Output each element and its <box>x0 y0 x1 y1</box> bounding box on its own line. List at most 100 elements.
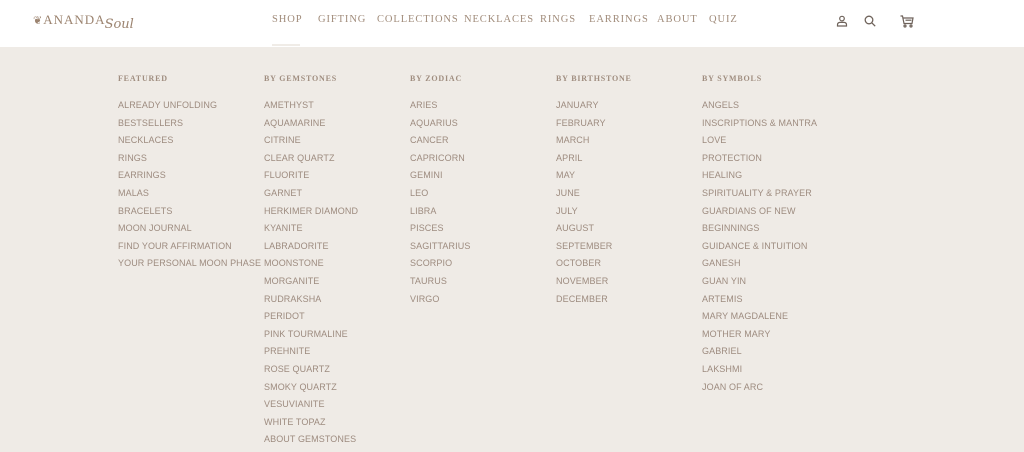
column-heading: BY BIRTHSTONE <box>556 74 632 83</box>
menu-link[interactable]: ARTEMIS <box>702 293 817 311</box>
logo-script: Soul <box>104 17 134 32</box>
menu-link[interactable]: FLUORITE <box>264 169 358 187</box>
menu-link[interactable]: GUARDIANS OF NEW <box>702 205 817 223</box>
menu-link[interactable]: LABRADORITE <box>264 240 358 258</box>
menu-link[interactable]: APRIL <box>556 152 632 170</box>
menu-link[interactable]: JOAN OF ARC <box>702 381 817 399</box>
column-heading: BY ZODIAC <box>410 74 463 83</box>
logo-ornament: ❦ <box>33 14 43 27</box>
menu-link[interactable]: LAKSHMI <box>702 363 817 381</box>
menu-link[interactable]: JUNE <box>556 187 632 205</box>
menu-link[interactable]: SCORPIO <box>410 257 470 275</box>
menu-link[interactable]: AQUAMARINE <box>264 117 358 135</box>
menu-link[interactable]: MORGANITE <box>264 275 358 293</box>
menu-link[interactable]: DECEMBER <box>556 293 632 311</box>
menu-link[interactable]: GABRIEL <box>702 345 817 363</box>
menu-link[interactable]: SEPTEMBER <box>556 240 632 258</box>
menu-link[interactable]: MARCH <box>556 134 632 152</box>
nav-earrings[interactable]: EARRINGS <box>589 14 657 25</box>
menu-link[interactable]: ALREADY UNFOLDING <box>118 99 261 117</box>
menu-link[interactable]: MOTHER MARY <box>702 328 817 346</box>
menu-link[interactable]: AQUARIUS <box>410 117 470 135</box>
menu-link[interactable]: AUGUST <box>556 222 632 240</box>
menu-link[interactable]: SAGITTARIUS <box>410 240 470 258</box>
column-list: ANGELS INSCRIPTIONS & MANTRA LOVE PROTECTIO… <box>702 99 817 398</box>
menu-link[interactable]: PREHNITE <box>264 345 358 363</box>
menu-link[interactable]: GEMINI <box>410 169 470 187</box>
menu-link[interactable]: MARY MAGDALENE <box>702 310 817 328</box>
menu-link[interactable]: MALAS <box>118 187 261 205</box>
menu-link[interactable]: VIRGO <box>410 293 470 311</box>
column-heading: FEATURED <box>118 74 168 83</box>
column-list: JANUARY FEBRUARY MARCH APRIL MAY JUNE JULY AUGU… <box>556 99 632 310</box>
menu-link[interactable]: OCTOBER <box>556 257 632 275</box>
menu-link[interactable]: NECKLACES <box>118 134 261 152</box>
nav-collections[interactable]: COLLECTIONS <box>377 14 464 25</box>
menu-column-featured: FEATURED ALREADY UNFOLDING BESTSELLERS NEC… <box>118 73 261 275</box>
logo-wordmark: ANANDA <box>43 12 106 27</box>
menu-link[interactable]: GARNET <box>264 187 358 205</box>
menu-link[interactable]: LOVE <box>702 134 817 152</box>
column-list: ALREADY UNFOLDING BESTSELLERS NECKLACES RIN… <box>118 99 261 275</box>
nav-necklaces[interactable]: NECKLACES <box>464 14 540 25</box>
nav-gifting[interactable]: GIFTING <box>318 14 377 25</box>
menu-link[interactable]: SMOKY QUARTZ <box>264 381 358 399</box>
nav-shop[interactable]: SHOP <box>272 14 318 25</box>
menu-link[interactable]: WHITE TOPAZ <box>264 416 358 434</box>
menu-link[interactable]: PINK TOURMALINE <box>264 328 358 346</box>
cart-icon[interactable] <box>899 13 915 29</box>
menu-link[interactable]: SPIRITUALITY & PRAYER <box>702 187 817 205</box>
menu-link[interactable]: NOVEMBER <box>556 275 632 293</box>
account-icon[interactable] <box>835 14 849 28</box>
menu-link[interactable]: HEALING <box>702 169 817 187</box>
menu-link[interactable]: KYANITE <box>264 222 358 240</box>
main-nav: SHOP GIFTING COLLECTIONS NECKLACES RINGS… <box>272 14 749 25</box>
menu-link[interactable]: LEO <box>410 187 470 205</box>
nav-rings[interactable]: RINGS <box>540 14 589 25</box>
search-icon[interactable] <box>863 14 877 28</box>
column-heading: BY GEMSTONES <box>264 74 337 83</box>
menu-link[interactable]: MOONSTONE <box>264 257 358 275</box>
menu-link[interactable]: ABOUT GEMSTONES <box>264 433 358 451</box>
menu-link[interactable]: BEGINNINGS <box>702 222 817 240</box>
menu-link[interactable]: ROSE QUARTZ <box>264 363 358 381</box>
site-header: ❦ ANANDA Soul SHOP GIFTING COLLECTIONS N… <box>0 0 1024 47</box>
column-heading: BY SYMBOLS <box>702 74 762 83</box>
menu-link[interactable]: LIBRA <box>410 205 470 223</box>
menu-link[interactable]: ARIES <box>410 99 470 117</box>
menu-link[interactable]: AMETHYST <box>264 99 358 117</box>
menu-link[interactable]: FIND YOUR AFFIRMATION <box>118 240 261 258</box>
menu-link[interactable]: YOUR PERSONAL MOON PHASE <box>118 257 261 275</box>
menu-link[interactable]: JANUARY <box>556 99 632 117</box>
menu-link[interactable]: RINGS <box>118 152 261 170</box>
menu-link[interactable]: MAY <box>556 169 632 187</box>
menu-link[interactable]: BRACELETS <box>118 205 261 223</box>
nav-quiz[interactable]: QUIZ <box>709 14 749 25</box>
nav-about[interactable]: ABOUT <box>657 14 709 25</box>
menu-link[interactable]: CAPRICORN <box>410 152 470 170</box>
menu-link[interactable]: BESTSELLERS <box>118 117 261 135</box>
menu-link[interactable]: GUIDANCE & INTUITION <box>702 240 817 258</box>
menu-link[interactable]: FEBRUARY <box>556 117 632 135</box>
brand-logo[interactable]: ❦ ANANDA Soul <box>33 9 134 35</box>
menu-column-gemstones: BY GEMSTONES AMETHYST AQUAMARINE CITRINE CL… <box>264 73 358 451</box>
menu-link[interactable]: JULY <box>556 205 632 223</box>
menu-link[interactable]: CITRINE <box>264 134 358 152</box>
menu-link[interactable]: RUDRAKSHA <box>264 293 358 311</box>
menu-link[interactable]: PROTECTION <box>702 152 817 170</box>
menu-link[interactable]: INSCRIPTIONS & MANTRA <box>702 117 817 135</box>
menu-column-symbols: BY SYMBOLS ANGELS INSCRIPTIONS & MANTRA LO… <box>702 73 817 398</box>
menu-link[interactable]: MOON JOURNAL <box>118 222 261 240</box>
header-icons <box>835 13 915 29</box>
menu-link[interactable]: EARRINGS <box>118 169 261 187</box>
menu-link[interactable]: ANGELS <box>702 99 817 117</box>
menu-link[interactable]: VESUVIANITE <box>264 398 358 416</box>
menu-link[interactable]: TAURUS <box>410 275 470 293</box>
menu-link[interactable]: PERIDOT <box>264 310 358 328</box>
menu-link[interactable]: HERKIMER DIAMOND <box>264 205 358 223</box>
menu-link[interactable]: GANESH <box>702 257 817 275</box>
menu-link[interactable]: PISCES <box>410 222 470 240</box>
menu-link[interactable]: CLEAR QUARTZ <box>264 152 358 170</box>
menu-link[interactable]: CANCER <box>410 134 470 152</box>
menu-link[interactable]: GUAN YIN <box>702 275 817 293</box>
